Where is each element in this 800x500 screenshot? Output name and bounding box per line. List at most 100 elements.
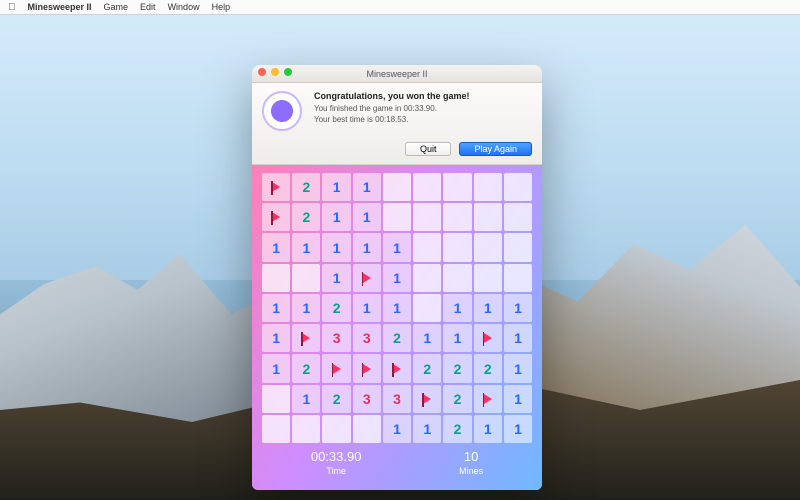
cell-6-3[interactable] <box>353 354 381 382</box>
cell-7-8[interactable]: 1 <box>504 385 532 413</box>
cell-2-6[interactable] <box>443 233 471 261</box>
cell-0-1[interactable]: 2 <box>292 173 320 201</box>
cell-4-4[interactable]: 1 <box>383 294 411 322</box>
cell-4-3[interactable]: 1 <box>353 294 381 322</box>
cell-2-5[interactable] <box>413 233 441 261</box>
cell-8-7[interactable]: 1 <box>474 415 502 443</box>
cell-3-8[interactable] <box>504 264 532 292</box>
cell-1-0[interactable] <box>262 203 290 231</box>
cell-5-3[interactable]: 3 <box>353 324 381 352</box>
cell-0-7[interactable] <box>474 173 502 201</box>
cell-3-4[interactable]: 1 <box>383 264 411 292</box>
cell-3-0[interactable] <box>262 264 290 292</box>
apple-menu-icon[interactable]:  <box>8 2 16 13</box>
cell-3-3[interactable] <box>353 264 381 292</box>
cell-4-0[interactable]: 1 <box>262 294 290 322</box>
flag-icon <box>302 333 310 343</box>
cell-8-8[interactable]: 1 <box>504 415 532 443</box>
cell-5-8[interactable]: 1 <box>504 324 532 352</box>
cell-6-8[interactable]: 1 <box>504 354 532 382</box>
cell-2-7[interactable] <box>474 233 502 261</box>
cell-3-2[interactable]: 1 <box>322 264 350 292</box>
cell-7-1[interactable]: 1 <box>292 385 320 413</box>
cell-0-0[interactable] <box>262 173 290 201</box>
cell-7-4[interactable]: 3 <box>383 385 411 413</box>
cell-4-7[interactable]: 1 <box>474 294 502 322</box>
cell-5-6[interactable]: 1 <box>443 324 471 352</box>
cell-8-4[interactable]: 1 <box>383 415 411 443</box>
cell-5-4[interactable]: 2 <box>383 324 411 352</box>
close-icon[interactable] <box>258 68 266 76</box>
cell-1-8[interactable] <box>504 203 532 231</box>
cell-8-1[interactable] <box>292 415 320 443</box>
flag-icon <box>272 182 280 192</box>
cell-0-4[interactable] <box>383 173 411 201</box>
cell-0-2[interactable]: 1 <box>322 173 350 201</box>
cell-1-7[interactable] <box>474 203 502 231</box>
cell-3-1[interactable] <box>292 264 320 292</box>
cell-6-7[interactable]: 2 <box>474 354 502 382</box>
cell-4-2[interactable]: 2 <box>322 294 350 322</box>
cell-7-5[interactable] <box>413 385 441 413</box>
cell-0-6[interactable] <box>443 173 471 201</box>
menu-help[interactable]: Help <box>212 2 231 12</box>
cell-5-7[interactable] <box>474 324 502 352</box>
cell-7-6[interactable]: 2 <box>443 385 471 413</box>
cell-8-5[interactable]: 1 <box>413 415 441 443</box>
cell-2-1[interactable]: 1 <box>292 233 320 261</box>
cell-7-3[interactable]: 3 <box>353 385 381 413</box>
cell-1-2[interactable]: 1 <box>322 203 350 231</box>
menu-game[interactable]: Game <box>104 2 129 12</box>
minimize-icon[interactable] <box>271 68 279 76</box>
quit-button[interactable]: Quit <box>405 142 452 156</box>
cell-0-3[interactable]: 1 <box>353 173 381 201</box>
cell-8-0[interactable] <box>262 415 290 443</box>
cell-7-0[interactable] <box>262 385 290 413</box>
cell-1-4[interactable] <box>383 203 411 231</box>
play-again-button[interactable]: Play Again <box>459 142 532 156</box>
menu-window[interactable]: Window <box>168 2 200 12</box>
cell-6-0[interactable]: 1 <box>262 354 290 382</box>
cell-2-4[interactable]: 1 <box>383 233 411 261</box>
cell-1-3[interactable]: 1 <box>353 203 381 231</box>
cell-4-5[interactable] <box>413 294 441 322</box>
cell-6-6[interactable]: 2 <box>443 354 471 382</box>
cell-1-6[interactable] <box>443 203 471 231</box>
cell-4-6[interactable]: 1 <box>443 294 471 322</box>
cell-4-8[interactable]: 1 <box>504 294 532 322</box>
cell-5-2[interactable]: 3 <box>322 324 350 352</box>
cell-3-5[interactable] <box>413 264 441 292</box>
flag-icon <box>393 364 401 374</box>
cell-6-1[interactable]: 2 <box>292 354 320 382</box>
cell-0-8[interactable] <box>504 173 532 201</box>
cell-4-1[interactable]: 1 <box>292 294 320 322</box>
cell-5-0[interactable]: 1 <box>262 324 290 352</box>
flag-icon <box>484 333 492 343</box>
cell-6-5[interactable]: 2 <box>413 354 441 382</box>
flag-icon <box>272 212 280 222</box>
cell-2-3[interactable]: 1 <box>353 233 381 261</box>
cell-5-5[interactable]: 1 <box>413 324 441 352</box>
zoom-icon[interactable] <box>284 68 292 76</box>
menu-edit[interactable]: Edit <box>140 2 156 12</box>
cell-6-2[interactable] <box>322 354 350 382</box>
cell-3-7[interactable] <box>474 264 502 292</box>
cell-0-5[interactable] <box>413 173 441 201</box>
cell-8-3[interactable] <box>353 415 381 443</box>
cell-2-0[interactable]: 1 <box>262 233 290 261</box>
cell-1-5[interactable] <box>413 203 441 231</box>
flag-icon <box>423 394 431 404</box>
window-titlebar[interactable]: Minesweeper II <box>252 65 542 83</box>
cell-7-7[interactable] <box>474 385 502 413</box>
cell-1-1[interactable]: 2 <box>292 203 320 231</box>
cell-3-6[interactable] <box>443 264 471 292</box>
cell-2-8[interactable] <box>504 233 532 261</box>
cell-8-2[interactable] <box>322 415 350 443</box>
cell-2-2[interactable]: 1 <box>322 233 350 261</box>
cell-5-1[interactable] <box>292 324 320 352</box>
cell-8-6[interactable]: 2 <box>443 415 471 443</box>
app-menu[interactable]: Minesweeper II <box>28 2 92 12</box>
cell-7-2[interactable]: 2 <box>322 385 350 413</box>
flag-icon <box>363 364 371 374</box>
cell-6-4[interactable] <box>383 354 411 382</box>
